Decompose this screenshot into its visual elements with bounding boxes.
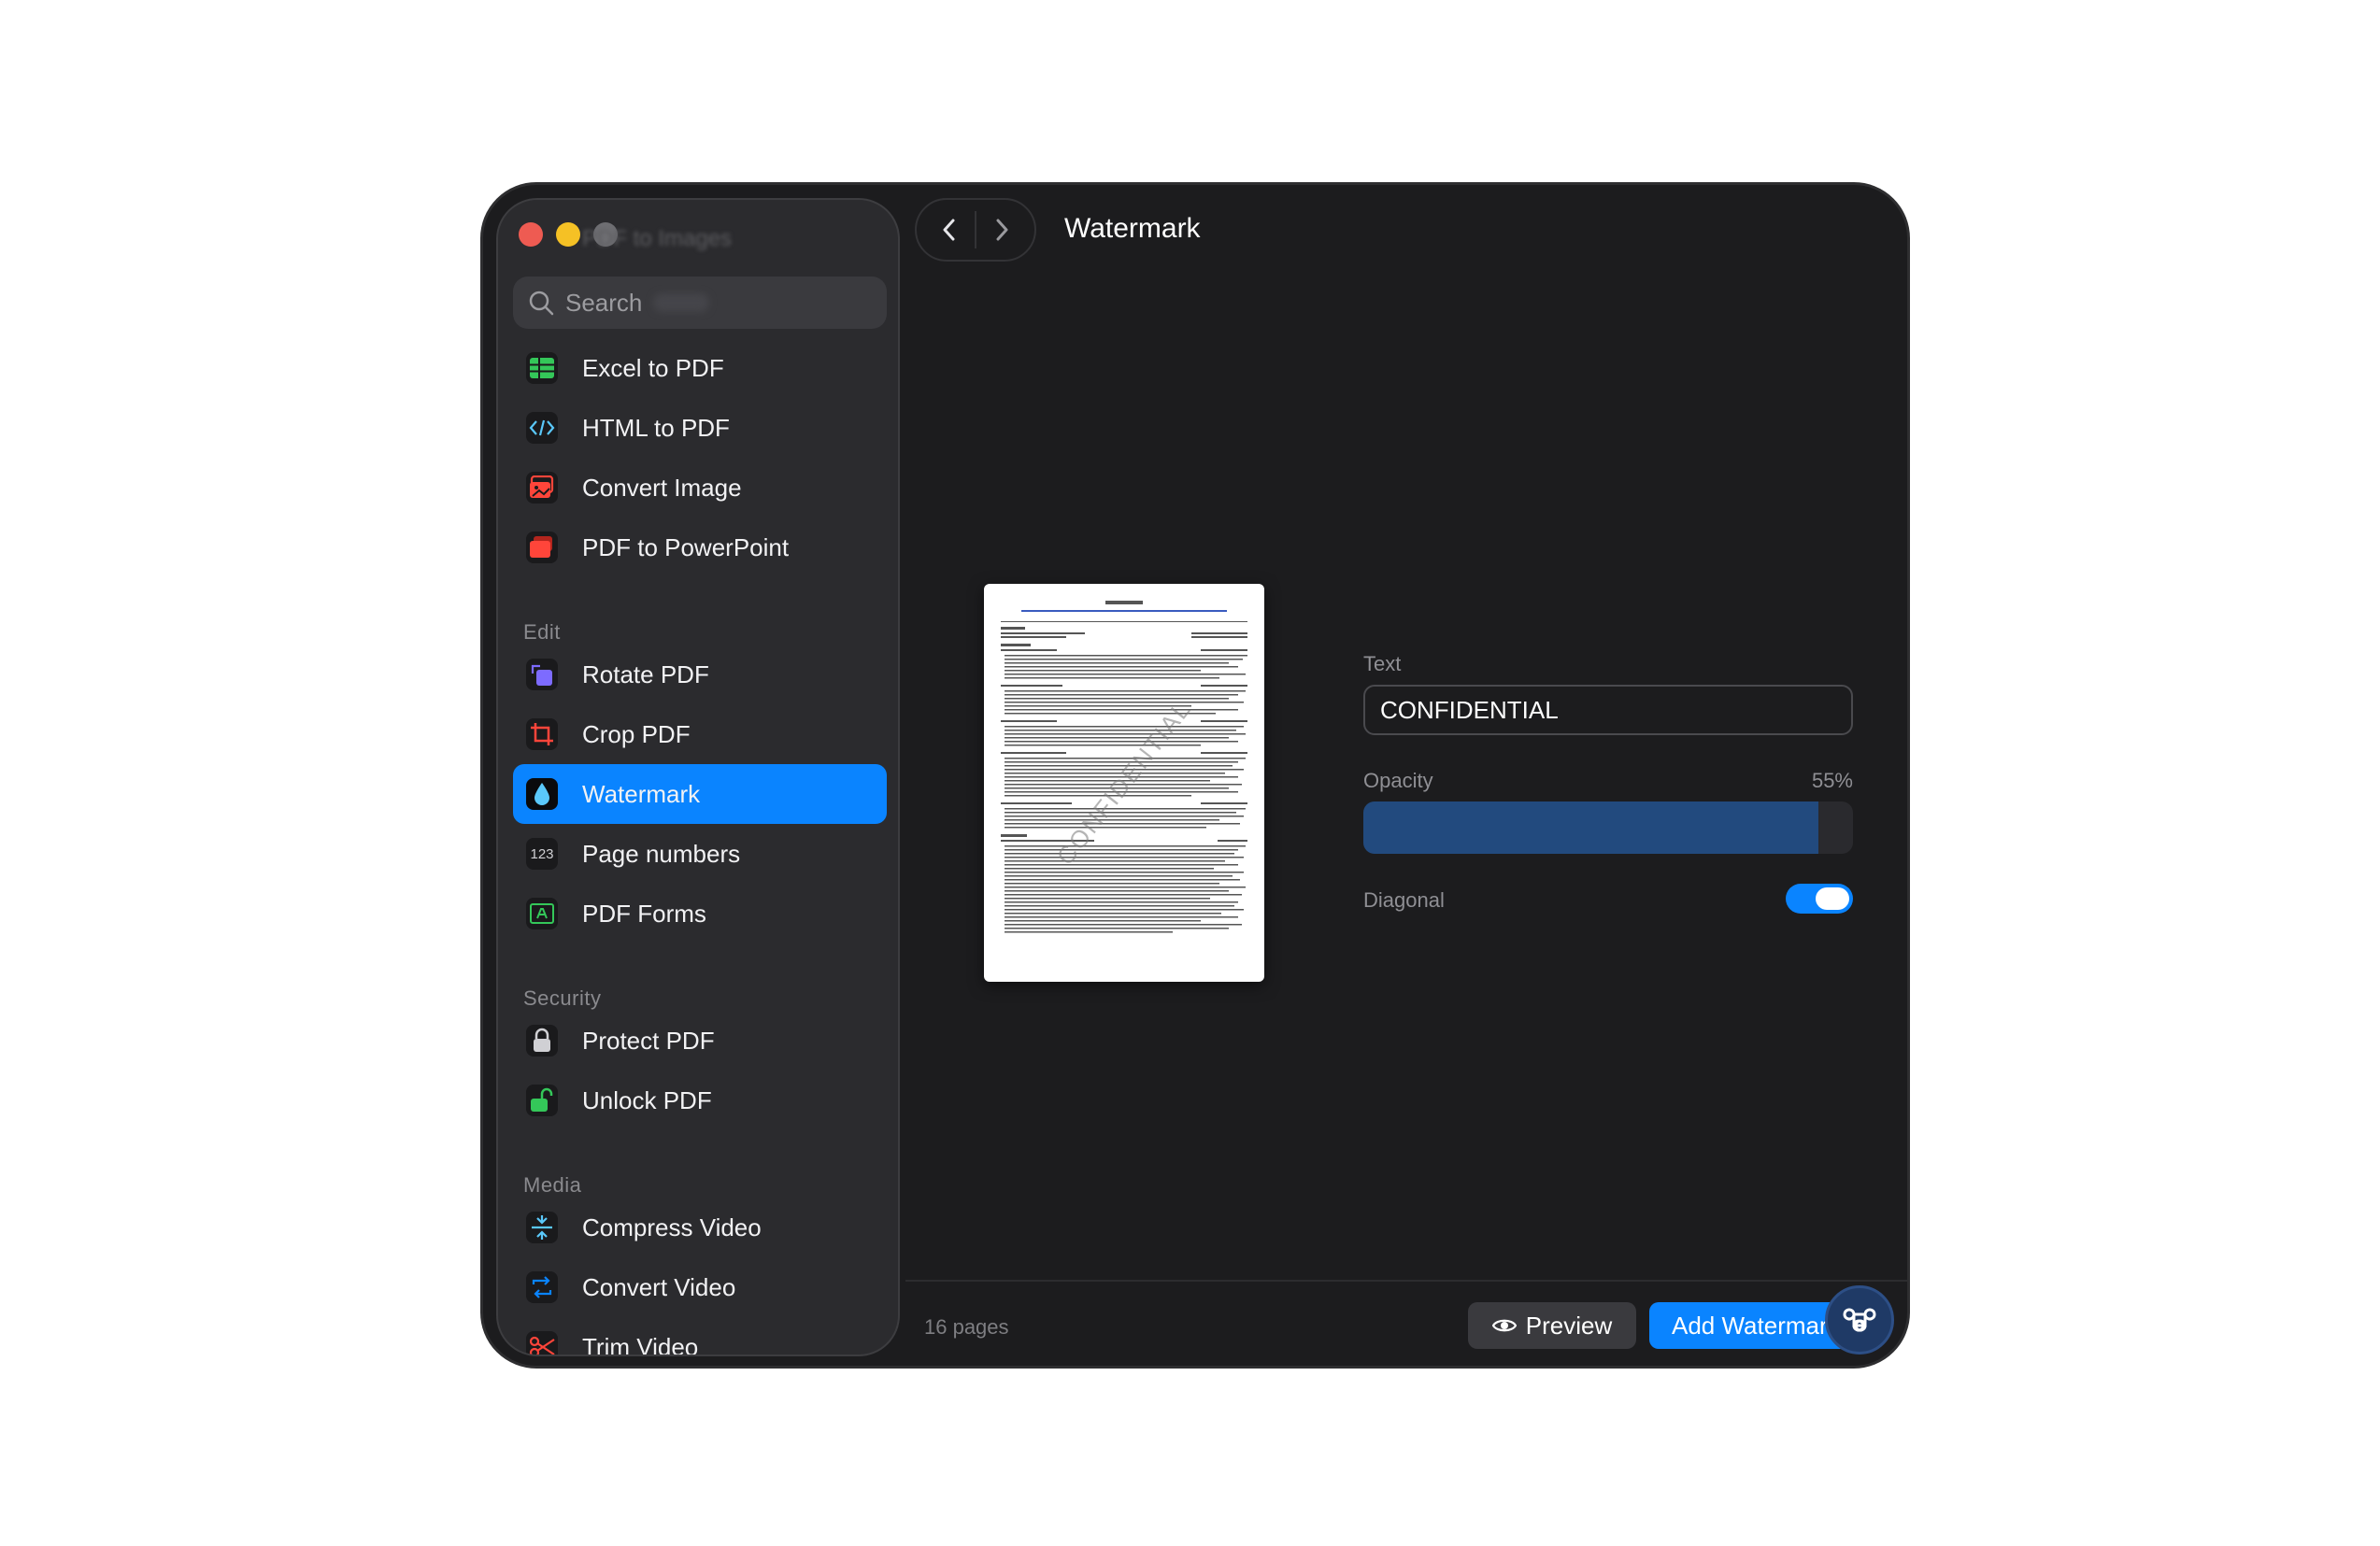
nav-divider (975, 211, 976, 248)
sidebar-item-label: PDF to PowerPoint (582, 532, 790, 561)
sidebar-item-watermark[interactable]: Watermark (513, 764, 887, 824)
diagonal-toggle[interactable] (1786, 884, 1853, 914)
eye-icon (1491, 1319, 1517, 1332)
sidebar-item-label: Convert Image (582, 473, 742, 502)
sidebar-item-crop-pdf[interactable]: Crop PDF (513, 704, 887, 764)
sidebar-item-label: Watermark (582, 779, 701, 808)
forward-chevron-icon[interactable] (991, 216, 1012, 244)
sidebar-item-pdf-forms[interactable]: PDF Forms (513, 884, 887, 943)
section-header-edit: Edit (523, 620, 561, 644)
search-icon (529, 291, 554, 316)
preview-button[interactable]: Preview (1468, 1302, 1636, 1349)
scissors-icon (526, 1331, 558, 1355)
sidebar-item-label: Compress Video (582, 1213, 762, 1241)
code-icon (526, 412, 558, 444)
spreadsheet-icon (526, 352, 558, 384)
convert-video-icon (526, 1271, 558, 1303)
sidebar-item-label: Unlock PDF (582, 1085, 712, 1114)
section-header-media: Media (523, 1173, 582, 1197)
crop-icon (526, 718, 558, 750)
unlock-icon (526, 1085, 558, 1116)
opacity-value: 55% (1811, 769, 1853, 792)
toggle-knob (1816, 887, 1849, 910)
sidebar-item-label: Excel to PDF (582, 353, 724, 382)
navigation-buttons (915, 198, 1036, 262)
close-window-button[interactable] (519, 222, 543, 247)
opacity-slider[interactable] (1363, 801, 1853, 854)
page-count: 16 pages (924, 1315, 1009, 1339)
app-window: PDF to Images Search Excel to PDF HTML t… (480, 182, 1910, 1369)
back-chevron-icon[interactable] (939, 216, 960, 244)
sidebar-item-label: Page numbers (582, 839, 741, 868)
sidebar-item-label: Crop PDF (582, 719, 691, 748)
text-label: Text (1363, 652, 1402, 675)
opacity-slider-fill (1363, 801, 1819, 854)
search-field[interactable]: Search (513, 277, 887, 329)
watermark-text-input[interactable]: CONFIDENTIAL (1363, 685, 1853, 735)
rotate-icon (526, 659, 558, 690)
page-title: Watermark (1064, 213, 1201, 244)
sidebar-item-convert-image[interactable]: Convert Image (513, 458, 887, 518)
search-blur (653, 293, 709, 312)
search-placeholder: Search (565, 288, 643, 317)
footer-divider (905, 1280, 1907, 1282)
sidebar-item-rotate-pdf[interactable]: Rotate PDF (513, 645, 887, 704)
command-icon (1843, 1308, 1876, 1332)
sidebar-item-convert-video[interactable]: Convert Video (513, 1257, 887, 1317)
floating-action-button[interactable] (1825, 1285, 1894, 1355)
sidebar-item-excel-to-pdf[interactable]: Excel to PDF (513, 338, 887, 398)
blurred-item-label: PDF to Images (582, 226, 733, 251)
lock-icon (526, 1025, 558, 1057)
preview-button-label: Preview (1525, 1311, 1613, 1340)
sidebar-item-trim-video[interactable]: Trim Video (513, 1317, 887, 1356)
opacity-label: Opacity (1363, 769, 1433, 792)
sidebar-item-label: HTML to PDF (582, 413, 730, 442)
diagonal-label: Diagonal (1363, 888, 1445, 912)
sidebar-item-label: Trim Video (582, 1332, 699, 1356)
compress-icon (526, 1212, 558, 1243)
screen: PDF to Images Search Excel to PDF HTML t… (0, 0, 2380, 1546)
add-watermark-label: Add Watermark (1672, 1311, 1840, 1340)
document-preview[interactable]: CONFIDENTIAL (984, 584, 1264, 982)
droplet-icon (526, 778, 558, 810)
image-icon (526, 472, 558, 504)
sidebar: PDF to Images Search Excel to PDF HTML t… (496, 198, 900, 1356)
sidebar-item-pdf-to-powerpoint[interactable]: PDF to PowerPoint (513, 518, 887, 577)
minimize-window-button[interactable] (556, 222, 580, 247)
sidebar-item-label: Convert Video (582, 1272, 736, 1301)
sidebar-item-label: Protect PDF (582, 1026, 715, 1055)
sidebar-item-protect-pdf[interactable]: Protect PDF (513, 1011, 887, 1071)
numbers-badge: 123 (530, 845, 554, 862)
numbers-icon: 123 (526, 838, 558, 870)
sidebar-item-label: Rotate PDF (582, 660, 709, 688)
sidebar-item-page-numbers[interactable]: 123 Page numbers (513, 824, 887, 884)
sidebar-item-html-to-pdf[interactable]: HTML to PDF (513, 398, 887, 458)
sidebar-item-label: PDF Forms (582, 899, 706, 928)
slides-icon (526, 532, 558, 563)
sidebar-item-compress-video[interactable]: Compress Video (513, 1198, 887, 1257)
sidebar-item-unlock-pdf[interactable]: Unlock PDF (513, 1071, 887, 1130)
section-header-security: Security (523, 986, 602, 1010)
form-icon (526, 898, 558, 929)
